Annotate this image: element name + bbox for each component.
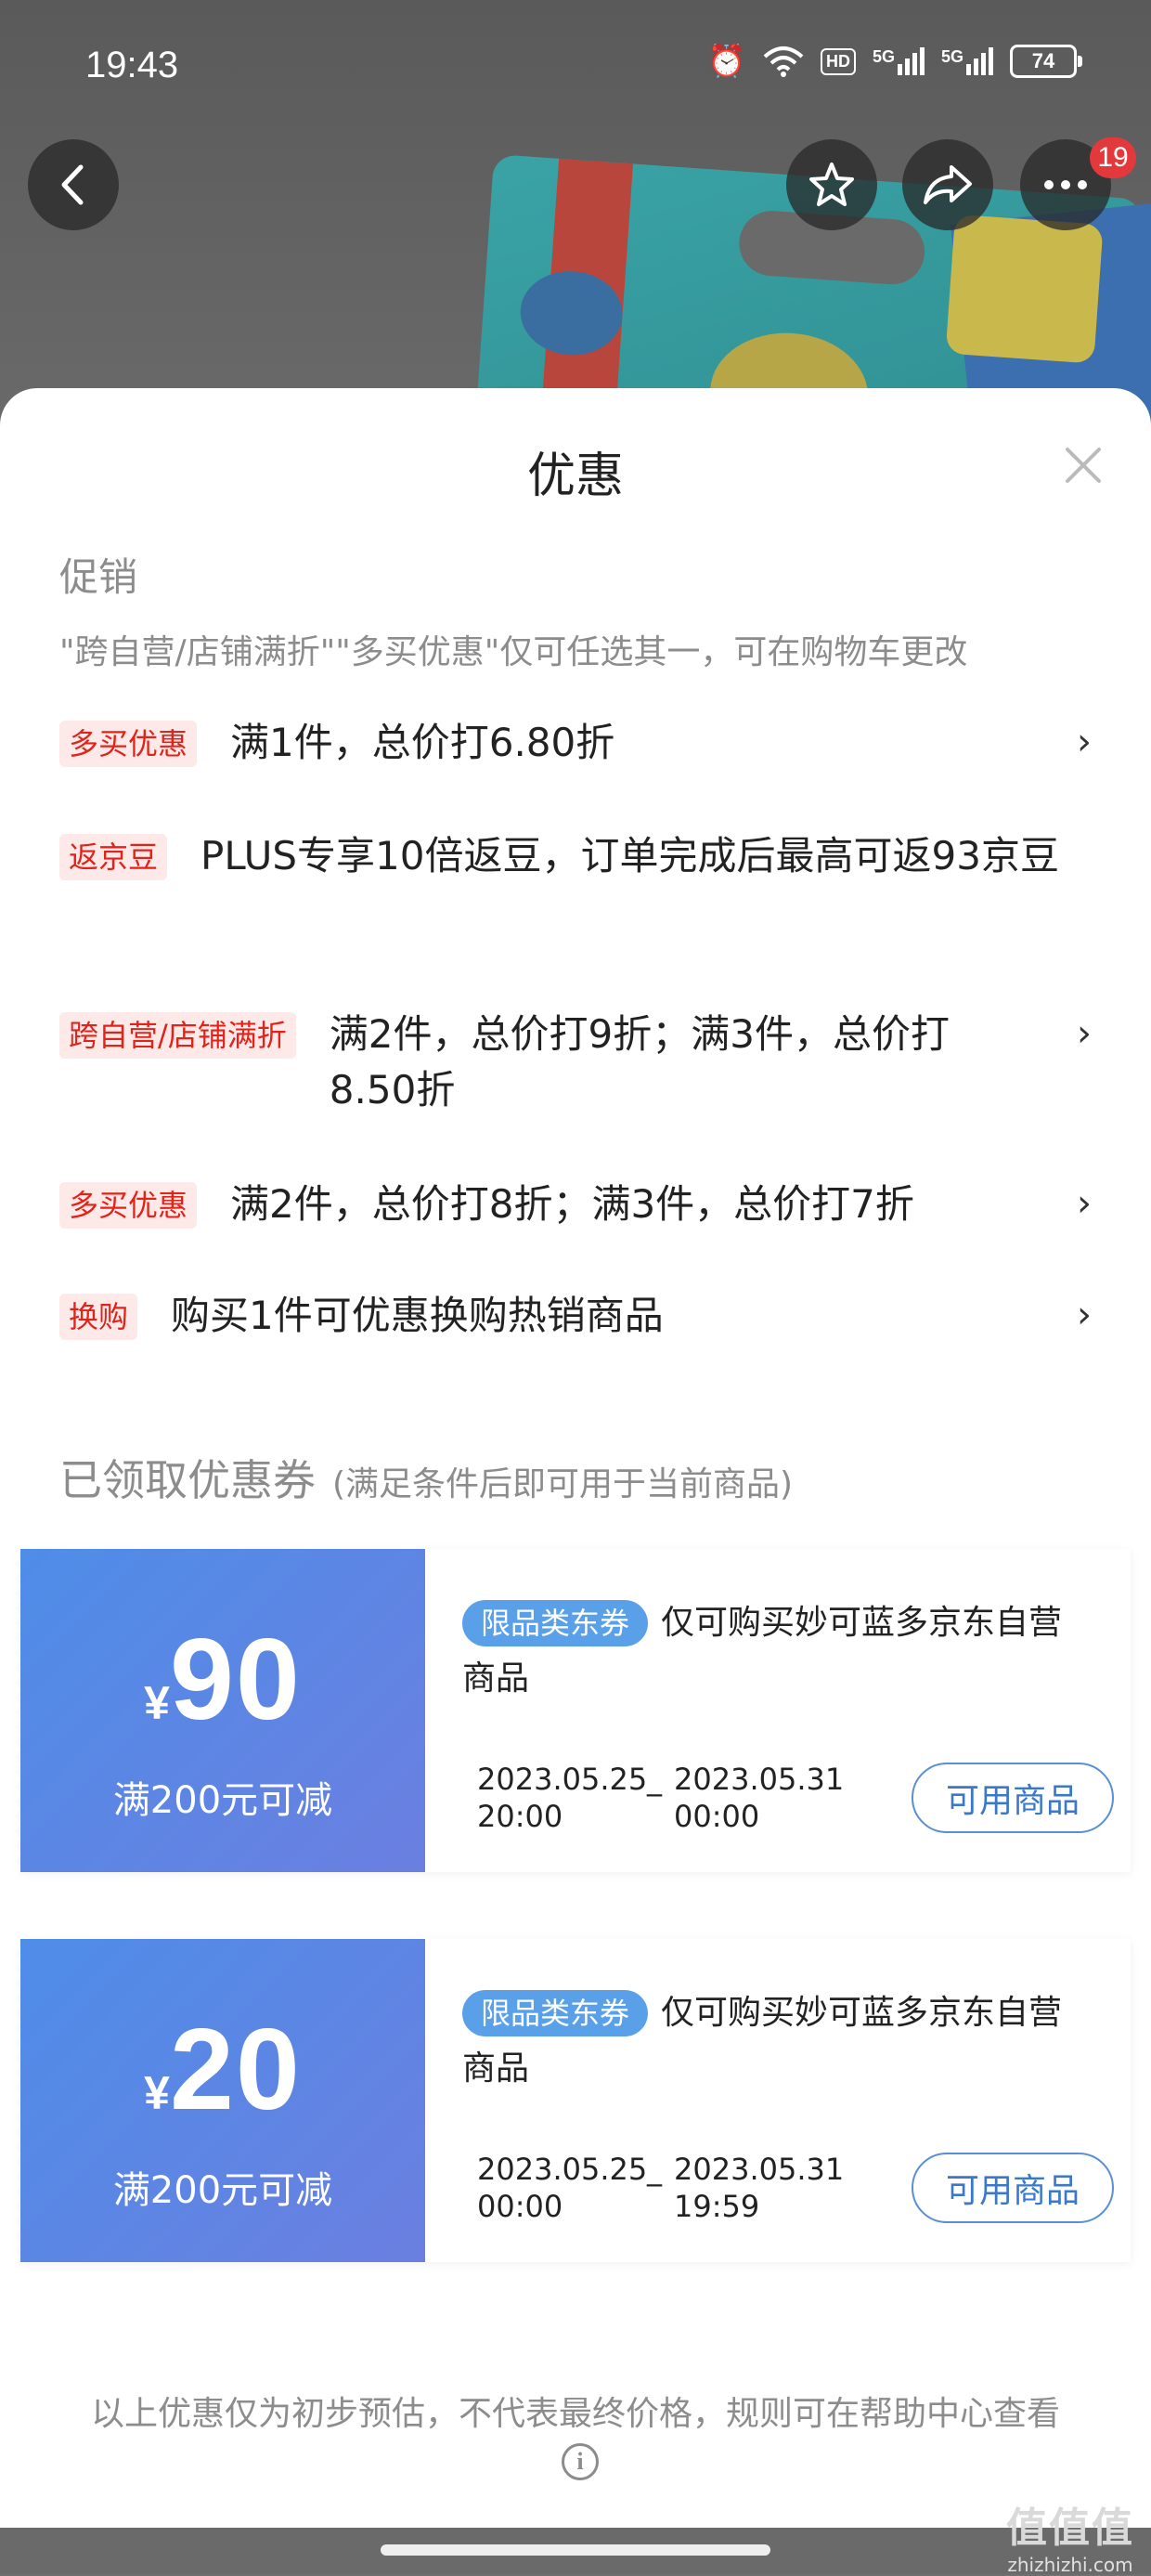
end-time: 00:00 — [674, 1799, 760, 1834]
promo-tag: 换购 — [59, 1294, 138, 1340]
promo-text: 满2件，总价打9折；满3件，总价打8.50折 — [329, 1011, 950, 1112]
promo-tag: 多买优惠 — [59, 1182, 198, 1229]
promo-text: PLUS专享10倍返豆，订单完成后最高可返93京豆 — [200, 833, 1059, 878]
start-time: 00:00 — [477, 2189, 563, 2224]
end-date: 2023.05.31 — [674, 1762, 845, 1797]
hd-icon: HD — [820, 47, 856, 75]
alarm-icon: ⏰ — [706, 43, 746, 80]
status-icons: ⏰ HD 5G 5G 74 — [706, 43, 1082, 80]
coupon-details: 限品类东券 仅可购买妙可蓝多京东自营商品 2023.05.25 00:00 _ 20… — [425, 1939, 1131, 2262]
star-icon — [809, 163, 854, 206]
coupon-description: 限品类东券 仅可购买妙可蓝多京东自营商品 — [462, 1985, 1075, 2097]
coupon-amount-panel: ¥20 满200元可减 — [15, 1939, 425, 2262]
promo-row[interactable]: 换购 购买1件可优惠换购热销商品 › — [59, 1293, 1092, 1344]
status-bar: 19:43 ⏰ HD 5G 5G 74 — [0, 0, 1151, 102]
promo-row[interactable]: 多买优惠 满1件，总价打6.80折 › — [59, 720, 1092, 771]
share-icon — [924, 165, 972, 204]
notification-badge: 19 — [1090, 137, 1136, 178]
footer-note-text: 以上优惠仅为初步预估，不代表最终价格，规则可在帮助中心查看 — [90, 2395, 1060, 2433]
available-products-button[interactable]: 可用商品 — [912, 1763, 1114, 1833]
currency-symbol: ¥ — [144, 2067, 170, 2119]
coupon-details: 限品类东券 仅可购买妙可蓝多京东自营商品 2023.05.25 20:00 _ 20… — [425, 1549, 1131, 1872]
end-time: 19:59 — [674, 2189, 760, 2224]
coupon-condition: 满200元可减 — [112, 1779, 333, 1822]
signal-icon-1: 5G — [873, 47, 925, 75]
chevron-right-icon: › — [1077, 1294, 1092, 1336]
wifi-icon — [763, 46, 804, 77]
promo-row[interactable]: 多买优惠 满2件，总价打8折；满3件，总价打7折 › — [59, 1181, 1092, 1232]
coupon-section-subtitle: (满足条件后即可用于当前商品) — [332, 1465, 794, 1503]
favorite-button[interactable] — [786, 139, 877, 230]
coupon-amount: ¥90 — [20, 1614, 425, 1746]
coupon-card: ¥90 满200元可减 限品类东券 仅可购买妙可蓝多京东自营商品 2023.05.… — [15, 1549, 1131, 1872]
coupon-validity: 2023.05.25 00:00 _ 2023.05.31 19:59 — [477, 2151, 845, 2225]
back-icon — [61, 164, 84, 205]
signal-icon-2: 5G — [941, 47, 993, 75]
end-date: 2023.05.31 — [674, 2152, 845, 2187]
navigation-bar — [0, 2528, 1151, 2574]
date-separator: _ — [647, 2152, 662, 2187]
coupon-validity: 2023.05.25 20:00 _ 2023.05.31 00:00 — [477, 1761, 845, 1835]
promo-row[interactable]: 跨自营/店铺满折 满2件，总价打9折；满3件，总价打8.50折 › — [59, 1011, 1092, 1118]
coupon-value: 20 — [169, 2006, 302, 2134]
watermark-url: zhizhizhi.com — [1007, 2554, 1133, 2576]
promo-note: "跨自营/店铺满折""多买优惠"仅可任选其一，可在购物车更改 — [59, 633, 968, 671]
start-date: 2023.05.25 — [477, 2152, 648, 2187]
coupon-amount-panel: ¥90 满200元可减 — [15, 1549, 425, 1872]
back-button[interactable] — [28, 139, 119, 230]
date-separator: _ — [647, 1762, 662, 1797]
coupon-value: 90 — [169, 1616, 302, 1744]
promo-row: 返京豆 PLUS专享10倍返豆，订单完成后最高可返93京豆 — [59, 833, 1092, 884]
coupon-amount: ¥20 — [20, 2004, 425, 2136]
close-icon[interactable] — [1060, 442, 1106, 488]
currency-symbol: ¥ — [144, 1677, 170, 1729]
available-products-button[interactable]: 可用商品 — [912, 2153, 1114, 2223]
sheet-title: 优惠 — [526, 449, 624, 504]
promo-tag: 返京豆 — [59, 834, 168, 880]
chevron-right-icon: › — [1077, 1182, 1092, 1225]
info-icon[interactable]: i — [562, 2443, 599, 2480]
coupon-section-title: 已领取优惠券 (满足条件后即可用于当前商品) — [59, 1447, 793, 1508]
more-icon — [1044, 180, 1087, 189]
promo-section-title: 促销 — [59, 554, 138, 600]
start-date: 2023.05.25 — [477, 1762, 648, 1797]
footer-note: 以上优惠仅为初步预估，不代表最终价格，规则可在帮助中心查看 i — [74, 2391, 1077, 2484]
coupon-type-tag: 限品类东券 — [462, 1600, 649, 1646]
start-time: 20:00 — [477, 1799, 563, 1834]
promo-text: 满1件，总价打6.80折 — [230, 720, 615, 765]
watermark: 值值值 zhizhizhi.com — [1006, 2494, 1134, 2576]
watermark-logo: 值值值 — [1006, 2505, 1134, 2551]
status-time: 19:43 — [85, 45, 179, 85]
coupon-card: ¥20 满200元可减 限品类东券 仅可购买妙可蓝多京东自营商品 2023.05.… — [15, 1939, 1131, 2262]
battery-icon: 74 — [1010, 45, 1082, 78]
promo-tag: 跨自营/店铺满折 — [59, 1012, 296, 1059]
share-button[interactable] — [902, 139, 993, 230]
discount-sheet: 优惠 促销 "跨自营/店铺满折""多买优惠"仅可任选其一，可在购物车更改 多买优… — [0, 388, 1151, 2528]
promo-tag: 多买优惠 — [59, 721, 198, 767]
promo-text: 购买1件可优惠换购热销商品 — [171, 1293, 664, 1338]
coupon-section-label: 已领取优惠券 — [59, 1455, 316, 1505]
coupon-description: 限品类东券 仅可购买妙可蓝多京东自营商品 — [462, 1595, 1075, 1707]
promo-text: 满2件，总价打8折；满3件，总价打7折 — [230, 1181, 914, 1227]
coupon-condition: 满200元可减 — [112, 2169, 333, 2212]
home-indicator[interactable] — [381, 2544, 770, 2556]
coupon-type-tag: 限品类东券 — [462, 1990, 649, 2036]
chevron-right-icon: › — [1077, 1012, 1092, 1055]
chevron-right-icon: › — [1077, 721, 1092, 763]
